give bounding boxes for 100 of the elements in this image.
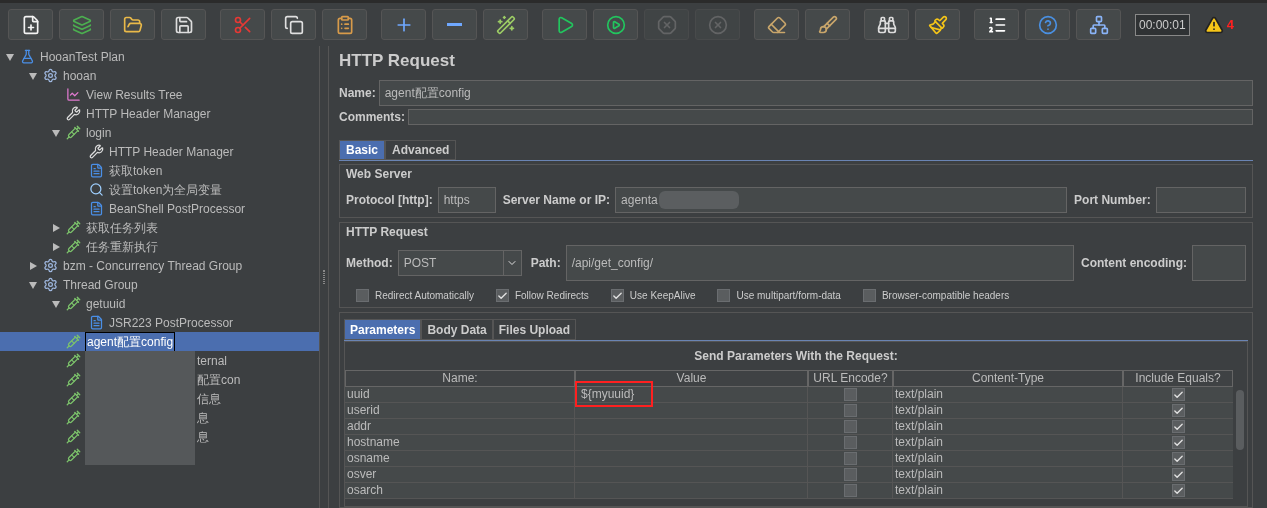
checkbox[interactable] xyxy=(843,420,857,433)
column-header[interactable]: URL Encode? xyxy=(808,370,893,387)
tab[interactable]: Body Data xyxy=(421,319,493,340)
fieldset-legend: HTTP Request xyxy=(346,223,1246,241)
tree-item[interactable]: HTTP Header Manager xyxy=(0,104,319,123)
copy-icon xyxy=(283,14,304,35)
tree-item[interactable]: HTTP Header Manager xyxy=(0,142,319,161)
tree-item[interactable]: 设置token为全局变量 xyxy=(0,180,319,199)
server-field[interactable]: agenta xyxy=(615,187,1068,213)
collapsed-triangle-icon[interactable] xyxy=(52,242,60,251)
expanded-triangle-icon[interactable] xyxy=(6,52,14,61)
column-header[interactable]: Include Equals? xyxy=(1123,370,1233,387)
column-header[interactable]: Content-Type xyxy=(893,370,1123,387)
expanded-triangle-icon[interactable] xyxy=(52,128,60,137)
tree-item[interactable]: ternal xyxy=(0,351,319,370)
checkbox[interactable] xyxy=(495,289,509,302)
expanded-triangle-icon[interactable] xyxy=(29,71,37,80)
toolbar-button[interactable] xyxy=(1076,9,1121,40)
checkbox[interactable] xyxy=(843,436,857,449)
table-cell: hostname xyxy=(345,435,575,451)
tab[interactable]: Files Upload xyxy=(492,319,577,340)
toolbar-button[interactable] xyxy=(915,9,960,40)
port-field[interactable] xyxy=(1155,187,1246,213)
toolbar-button[interactable] xyxy=(754,9,799,40)
tab[interactable]: Advanced xyxy=(385,140,457,160)
tab[interactable]: Parameters xyxy=(344,319,422,340)
tree-item[interactable]: View Results Tree xyxy=(0,85,319,104)
gear-icon xyxy=(43,277,58,292)
column-header[interactable]: Value xyxy=(575,370,808,387)
tree-item[interactable]: 配置con xyxy=(0,370,319,389)
tree-item[interactable]: hooan xyxy=(0,66,319,85)
tree-item[interactable]: login xyxy=(0,123,319,142)
tree-item[interactable]: agent配置config xyxy=(0,332,319,351)
tree-item[interactable]: Thread Group xyxy=(0,275,319,294)
toolbar-button[interactable] xyxy=(805,9,850,40)
tree-item[interactable]: getuuid xyxy=(0,294,319,313)
protocol-field[interactable]: https xyxy=(437,187,496,213)
checkbox[interactable] xyxy=(843,468,857,481)
toolbar-button[interactable] xyxy=(271,9,316,40)
magnifier-icon xyxy=(89,182,104,197)
table-caption: Send Parameters With the Request: xyxy=(693,348,899,365)
checkbox[interactable] xyxy=(356,289,369,302)
checkbox-label: Browser-compatible headers xyxy=(881,289,1010,303)
pipette-icon xyxy=(66,220,81,235)
tree-item[interactable]: 任务重新执行 xyxy=(0,237,319,256)
document-icon xyxy=(89,163,104,178)
toolbar-button[interactable] xyxy=(8,9,53,40)
tree-label: 获取任务列表 xyxy=(85,219,159,237)
toolbar-button[interactable] xyxy=(432,9,477,40)
expanded-triangle-icon[interactable] xyxy=(52,299,60,308)
checkbox[interactable] xyxy=(610,289,624,302)
pipette-icon xyxy=(66,410,81,425)
method-dropdown[interactable]: POST xyxy=(397,250,522,276)
tree-label: ternal xyxy=(197,352,228,370)
column-header[interactable]: Name: xyxy=(345,370,575,387)
checkbox[interactable] xyxy=(1171,404,1185,417)
checkbox[interactable] xyxy=(843,388,857,401)
checkbox[interactable] xyxy=(843,484,857,497)
toolbar-button[interactable] xyxy=(974,9,1019,40)
pipette-icon xyxy=(66,353,81,368)
tree-item[interactable]: BeanShell PostProcessor xyxy=(0,199,319,218)
tree-item[interactable]: 息 xyxy=(0,427,319,446)
tree-label: 获取token xyxy=(108,162,164,180)
tree-item[interactable]: JSR223 PostProcessor xyxy=(0,313,319,332)
checkbox[interactable] xyxy=(862,289,876,302)
checkbox[interactable] xyxy=(1171,452,1185,465)
checkbox[interactable] xyxy=(843,452,857,465)
toolbar-button[interactable] xyxy=(483,9,528,40)
checkbox[interactable] xyxy=(1171,420,1185,433)
comments-field[interactable] xyxy=(408,109,1253,125)
table-cell: text/plain xyxy=(893,467,1123,483)
path-field[interactable]: /api/get_config/ xyxy=(565,245,1074,281)
encoding-field[interactable] xyxy=(1192,245,1246,281)
pipette-icon xyxy=(66,239,81,254)
toolbar-button[interactable] xyxy=(864,9,909,40)
tree-label: hooan xyxy=(62,67,98,85)
checkbox[interactable] xyxy=(843,404,857,417)
toolbar-button[interactable] xyxy=(542,9,587,40)
tree-label: JSR223 PostProcessor xyxy=(108,314,235,332)
toolbar-button[interactable] xyxy=(322,9,367,40)
tree-item[interactable]: 获取token xyxy=(0,161,319,180)
toolbar-button[interactable] xyxy=(593,9,638,40)
wand-icon xyxy=(495,14,516,35)
tree-item[interactable]: bzm - Concurrency Thread Group xyxy=(0,256,319,275)
checkbox[interactable] xyxy=(1171,484,1185,497)
tab[interactable]: Basic xyxy=(339,140,386,160)
checkbox[interactable] xyxy=(717,289,731,302)
tree-item[interactable]: HooanTest Plan xyxy=(0,47,319,66)
checkbox[interactable] xyxy=(1171,468,1185,481)
tree-item[interactable]: 息 xyxy=(0,408,319,427)
toolbar-button[interactable] xyxy=(161,9,206,40)
tree-item[interactable]: 获取任务列表 xyxy=(0,218,319,237)
toolbar-button[interactable] xyxy=(110,9,155,40)
checkbox[interactable] xyxy=(1171,388,1185,401)
tree-item[interactable]: 信息 xyxy=(0,389,319,408)
collapsed-triangle-icon[interactable] xyxy=(29,261,37,270)
checkbox[interactable] xyxy=(1171,436,1185,449)
collapsed-triangle-icon[interactable] xyxy=(52,223,60,232)
expanded-triangle-icon[interactable] xyxy=(29,280,37,289)
name-field[interactable]: agent配置config xyxy=(378,80,1253,106)
